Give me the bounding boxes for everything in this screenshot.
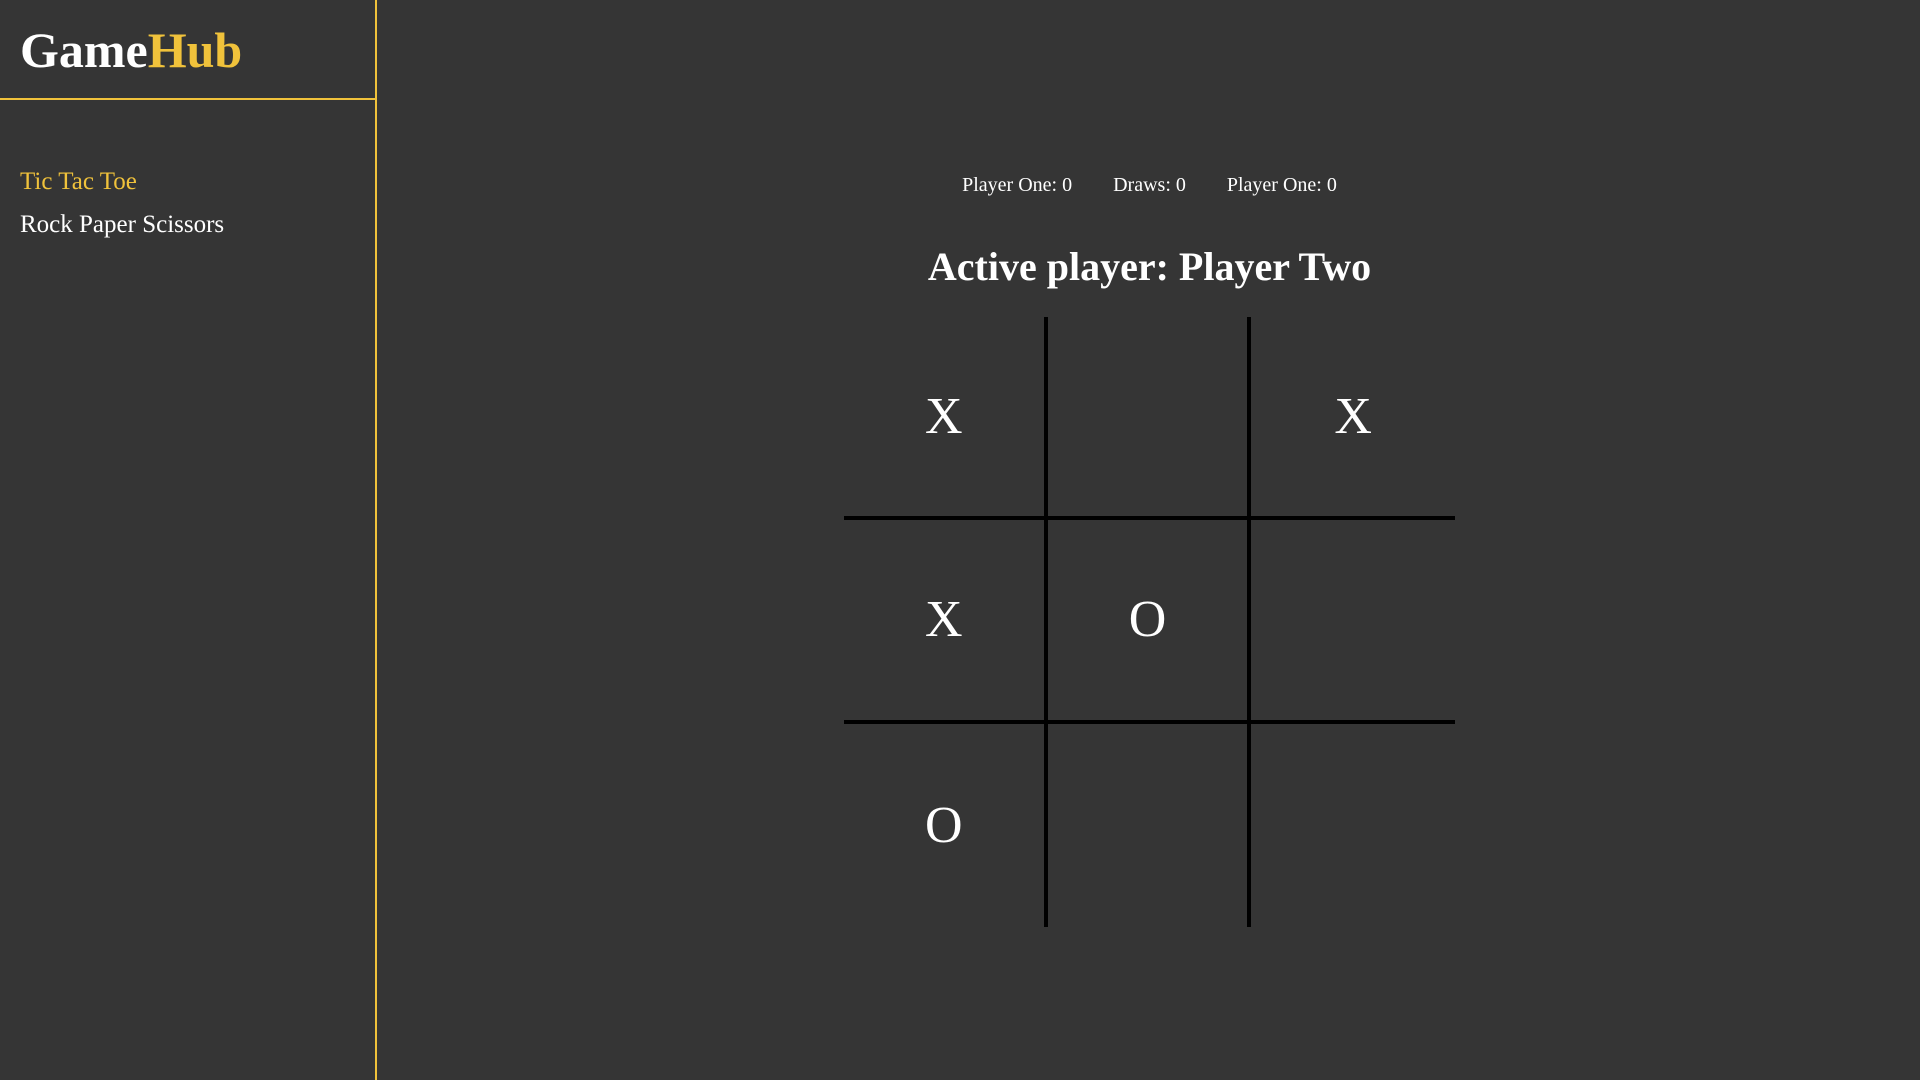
nav-item-rock-paper-scissors[interactable]: Rock Paper Scissors xyxy=(0,203,375,246)
logo-text-primary: Game xyxy=(20,22,148,78)
board-cell-6[interactable] xyxy=(1251,520,1455,724)
nav-item-tic-tac-toe[interactable]: Tic Tac Toe xyxy=(0,160,375,203)
board-cell-4[interactable]: X xyxy=(844,520,1048,724)
tic-tac-toe-board: X X X O O xyxy=(844,317,1455,927)
sidebar: GameHub Tic Tac Toe Rock Paper Scissors xyxy=(0,0,377,1080)
scoreboard: Player One: 0 Draws: 0 Player One: 0 xyxy=(379,171,1920,199)
logo-text-accent: Hub xyxy=(147,22,243,78)
app: GameHub Tic Tac Toe Rock Paper Scissors … xyxy=(0,0,1920,1080)
active-player-status: Active player: Player Two xyxy=(927,244,1372,289)
board-cell-2[interactable] xyxy=(1047,317,1252,521)
game-area: Player One: 0 Draws: 0 Player One: 0 Act… xyxy=(379,0,1920,1080)
score-draws: Draws: 0 xyxy=(1113,174,1186,196)
score-player-two: Player One: 0 xyxy=(1226,174,1337,196)
logo: GameHub xyxy=(0,0,375,100)
board-cell-5[interactable]: O xyxy=(1047,520,1252,724)
board-cell-7[interactable]: O xyxy=(844,723,1048,927)
board-cell-9[interactable] xyxy=(1251,724,1455,927)
board-cell-1[interactable]: X xyxy=(844,317,1048,521)
score-player-one: Player One: 0 xyxy=(962,174,1073,196)
game-nav: Tic Tac Toe Rock Paper Scissors xyxy=(0,100,375,246)
board-cell-3[interactable]: X xyxy=(1251,317,1455,521)
board-cell-8[interactable] xyxy=(1048,723,1252,927)
